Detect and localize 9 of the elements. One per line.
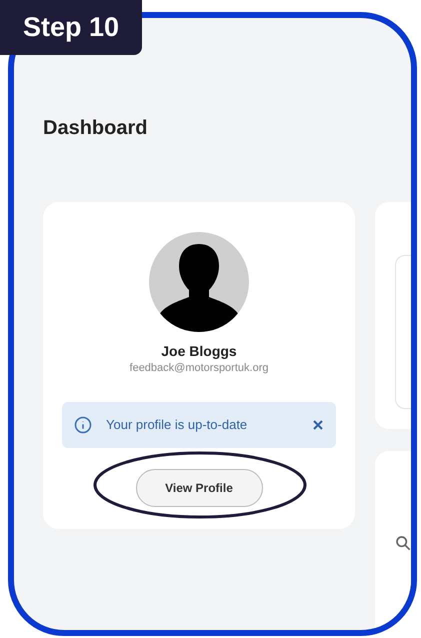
info-icon [74,416,92,434]
close-icon[interactable] [312,419,324,431]
view-profile-button[interactable]: View Profile [136,469,262,507]
step-badge: Step 10 [0,0,142,55]
search-icon[interactable] [395,535,411,551]
profile-name: Joe Bloggs [161,342,237,360]
page-title: Dashboard [43,116,148,141]
profile-email: feedback@motorsportuk.org [130,361,268,376]
status-message: Your profile is up-to-date [106,416,248,434]
